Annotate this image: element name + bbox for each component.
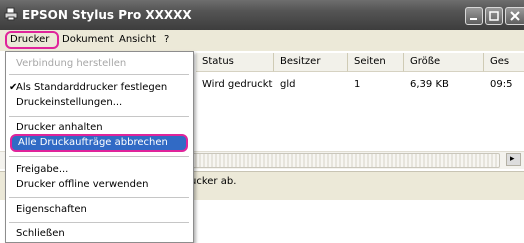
- menuitem-connect: Verbindung herstellen: [16, 58, 127, 69]
- status-text: ucker ab.: [190, 176, 237, 187]
- minimize-button[interactable]: [465, 7, 483, 25]
- column-status[interactable]: Status: [196, 53, 274, 72]
- menuitem-set-default[interactable]: Als Standarddrucker festlegen: [16, 82, 167, 93]
- menuitem-cancel-all-label: Alle Druckaufträge abbrechen: [18, 137, 168, 148]
- menu-help[interactable]: ?: [164, 33, 169, 47]
- maximize-icon: [489, 11, 499, 21]
- cell-submitted[interactable]: 09:5: [490, 79, 512, 90]
- cell-status[interactable]: Wird gedruckt: [202, 79, 272, 90]
- highlight-menu-drucker: [5, 31, 59, 49]
- menuitem-properties[interactable]: Eigenschaften: [16, 204, 87, 215]
- menu-separator: [9, 197, 189, 198]
- menu-separator: [9, 156, 189, 157]
- title-bar[interactable]: EPSON Stylus Pro XXXXX: [0, 0, 524, 30]
- menu-bar: Drucker Dokument Ansicht ?: [0, 30, 524, 49]
- menuitem-offline[interactable]: Drucker offline verwenden: [16, 179, 148, 190]
- printer-icon: [4, 7, 18, 21]
- cell-owner[interactable]: gld: [280, 79, 295, 90]
- chevron-right-icon: ▸: [510, 154, 515, 164]
- menuitem-sharing[interactable]: Freigabe...: [16, 164, 68, 175]
- cell-size[interactable]: 6,39 KB: [410, 79, 449, 90]
- column-size[interactable]: Größe: [404, 53, 484, 72]
- menu-separator: [9, 222, 189, 223]
- scroll-right-button[interactable]: ▸: [506, 153, 521, 166]
- cell-pages[interactable]: 1: [354, 79, 360, 90]
- close-button[interactable]: [505, 7, 524, 25]
- menu-dokument[interactable]: Dokument: [62, 33, 114, 47]
- column-submitted[interactable]: Ges: [484, 53, 524, 72]
- minimize-icon: [470, 18, 477, 20]
- menuitem-preferences[interactable]: Druckeinstellungen...: [16, 97, 122, 108]
- menuitem-cancel-all[interactable]: Alle Druckaufträge abbrechen: [10, 134, 188, 152]
- column-owner[interactable]: Besitzer: [274, 53, 348, 72]
- menuitem-close[interactable]: Schließen: [16, 228, 65, 239]
- menu-ansicht[interactable]: Ansicht: [119, 33, 156, 47]
- scrollbar-thumb[interactable]: [190, 153, 500, 168]
- menu-separator: [9, 116, 189, 117]
- window-title: EPSON Stylus Pro XXXXX: [22, 8, 192, 22]
- close-icon: [510, 11, 520, 21]
- menuitem-pause[interactable]: Drucker anhalten: [16, 122, 103, 133]
- menu-separator: [9, 74, 189, 75]
- maximize-button[interactable]: [485, 7, 503, 25]
- column-pages[interactable]: Seiten: [348, 53, 404, 72]
